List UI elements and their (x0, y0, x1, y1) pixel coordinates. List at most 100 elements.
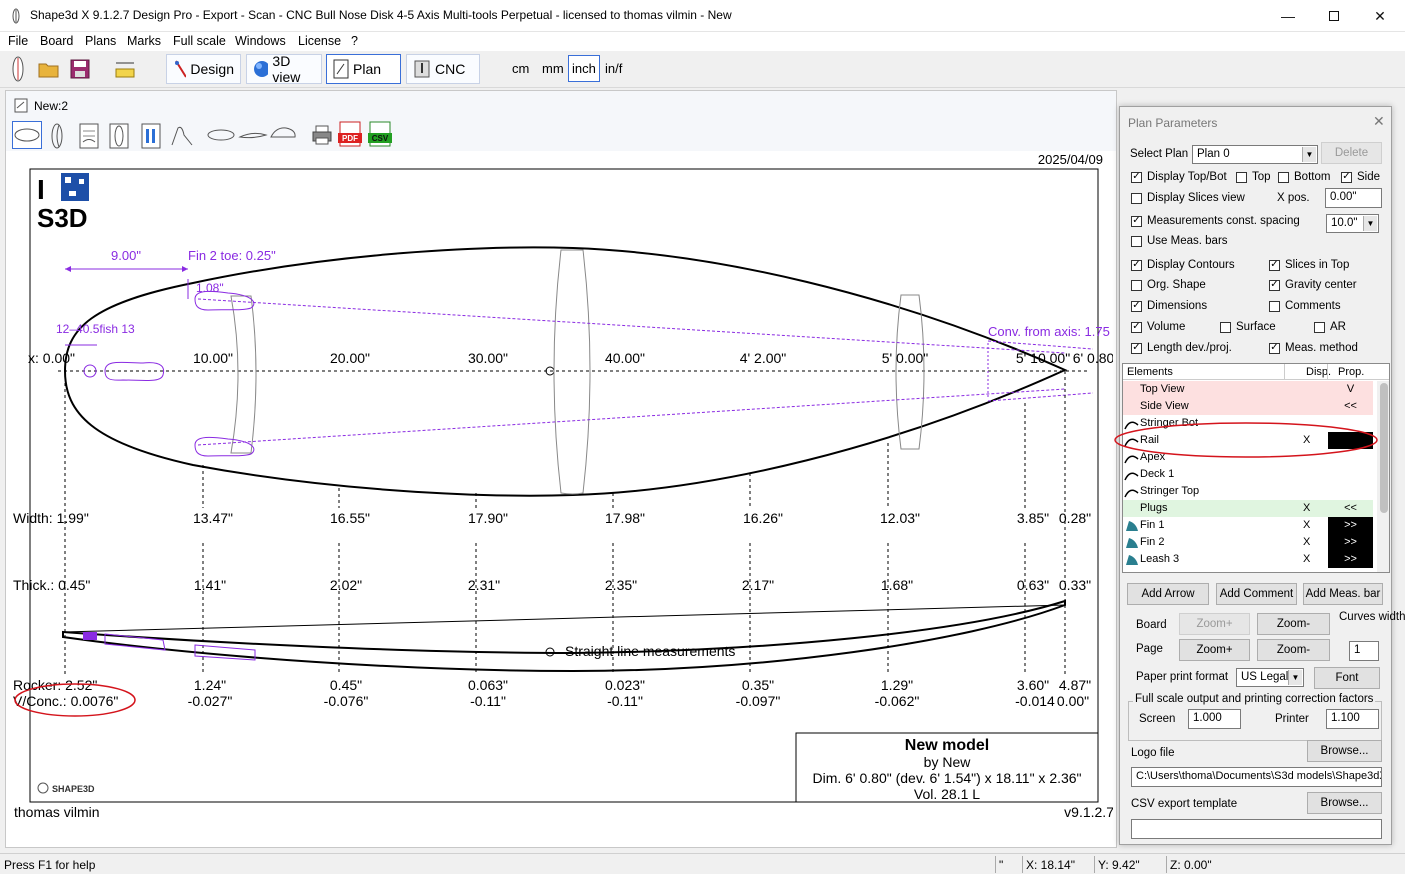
plan-canvas[interactable]: I S3D 2025/04/09 9.00" Fin 2 toe: 0.25" … (13, 153, 1113, 843)
measure-tool-icon[interactable] (114, 57, 136, 81)
element-prop[interactable]: >> (1328, 551, 1373, 568)
element-prop[interactable]: >> (1328, 534, 1373, 551)
length-dev-checkbox[interactable]: ✓ Length dev./proj. (1131, 342, 1232, 354)
curve-icon[interactable] (170, 125, 194, 147)
xpos-field[interactable]: 0.00" (1325, 188, 1382, 208)
pdf-icon[interactable]: PDF (338, 121, 362, 147)
element-row[interactable]: Fin 2 X >> (1123, 534, 1373, 551)
printer-factor-field[interactable]: 1.100 (1326, 709, 1379, 729)
save-icon[interactable] (70, 59, 90, 79)
unit-mm[interactable]: mm (542, 61, 564, 76)
element-row[interactable]: Fin 1 X >> (1123, 517, 1373, 534)
element-disp[interactable]: X (1303, 553, 1310, 565)
maximize-button[interactable] (1311, 0, 1357, 32)
element-row[interactable]: Side View << (1123, 398, 1373, 415)
element-row[interactable]: Leash 3 X >> (1123, 551, 1373, 568)
menu-full-scale[interactable]: Full scale (173, 34, 226, 48)
bottom-checkbox[interactable]: Bottom (1278, 171, 1330, 183)
menu-help[interactable]: ? (351, 34, 358, 48)
minimize-button[interactable]: — (1265, 0, 1311, 32)
slices-in-top-checkbox[interactable]: ✓ Slices in Top (1269, 259, 1349, 271)
dimensions-checkbox[interactable]: ✓ Dimensions (1131, 300, 1207, 312)
print-icon[interactable] (312, 125, 332, 145)
element-disp[interactable]: X (1303, 502, 1310, 514)
scrollbar-thumb[interactable] (1380, 383, 1388, 513)
org-shape-checkbox[interactable]: Org. Shape (1131, 279, 1206, 291)
design-button[interactable]: Design (166, 54, 241, 84)
element-prop[interactable]: >> (1328, 517, 1373, 534)
curves-width-field[interactable]: 1 (1349, 641, 1379, 661)
meas-const-checkbox[interactable]: ✓ Measurements const. spacing (1131, 215, 1300, 227)
meas-method-checkbox[interactable]: ✓ Meas. method (1269, 342, 1358, 354)
plan-button[interactable]: Plan (326, 54, 401, 84)
element-row[interactable]: Top View V (1123, 381, 1373, 398)
page-zoom-plus-button[interactable]: Zoom+ (1179, 639, 1250, 661)
stringer-icon[interactable] (108, 123, 130, 149)
add-arrow-button[interactable]: Add Arrow (1127, 583, 1209, 605)
shape-c-icon[interactable] (268, 125, 298, 143)
logo-path-field[interactable]: C:\Users\thoma\Documents\S3d models\Shap… (1131, 767, 1382, 787)
panel-close-icon[interactable]: ✕ (1373, 113, 1385, 130)
checkbox-unchecked (1131, 235, 1142, 247)
element-prop[interactable]: << (1328, 398, 1373, 415)
unit-cm[interactable]: cm (512, 61, 529, 76)
fins-icon[interactable] (140, 123, 162, 149)
logo-browse-button[interactable]: Browse... (1307, 740, 1382, 762)
menu-windows[interactable]: Windows (235, 34, 286, 48)
unit-inf[interactable]: in/f (605, 61, 622, 76)
elements-scrollbar[interactable] (1377, 381, 1389, 572)
board-icon[interactable] (8, 55, 28, 83)
element-row[interactable]: Plugs X << (1123, 500, 1373, 517)
side-checkbox[interactable]: ✓ Side (1341, 171, 1380, 183)
display-contours-checkbox[interactable]: ✓ Display Contours (1131, 259, 1235, 271)
surface-checkbox[interactable]: Surface (1220, 321, 1276, 333)
menu-license[interactable]: License (298, 34, 341, 48)
outline-icon[interactable] (12, 121, 42, 149)
close-button[interactable]: ✕ (1357, 0, 1403, 32)
element-row[interactable]: Deck 1 (1123, 466, 1373, 483)
screen-factor-field[interactable]: 1.000 (1188, 709, 1241, 729)
slice-icon[interactable] (78, 123, 100, 149)
board-zoom-minus-button[interactable]: Zoom- (1257, 613, 1330, 635)
cnc-button[interactable]: CNC (406, 54, 480, 84)
gravity-center-checkbox[interactable]: ✓ Gravity center (1269, 279, 1357, 291)
display-topbot-checkbox[interactable]: ✓ Display Top/Bot (1131, 171, 1227, 183)
add-comment-button[interactable]: Add Comment (1216, 583, 1297, 605)
shape-b-icon[interactable] (238, 127, 268, 143)
element-disp[interactable]: X (1303, 519, 1310, 531)
3d-view-button[interactable]: 3D view (246, 53, 322, 85)
element-prop[interactable]: V (1328, 381, 1373, 398)
page-zoom-minus-button[interactable]: Zoom- (1257, 639, 1330, 661)
ar-checkbox[interactable]: AR (1314, 321, 1346, 333)
unit-inch[interactable]: inch (568, 55, 600, 82)
add-meas-bar-button[interactable]: Add Meas. bar (1303, 583, 1383, 605)
use-meas-bars-checkbox[interactable]: Use Meas. bars (1131, 235, 1228, 247)
element-prop[interactable] (1328, 483, 1373, 500)
comments-checkbox[interactable]: Comments (1269, 300, 1341, 312)
select-plan-dropdown[interactable]: Plan 0 ▼ (1192, 145, 1318, 164)
paper-format-dropdown[interactable]: US Legal ▼ (1236, 668, 1304, 687)
shape-a-icon[interactable] (206, 127, 236, 143)
checkbox-checked: ✓ (1341, 171, 1352, 183)
element-prop[interactable] (1328, 466, 1373, 483)
csv-template-field[interactable] (1131, 819, 1382, 839)
top-checkbox[interactable]: Top (1236, 171, 1271, 183)
display-slices-checkbox[interactable]: Display Slices view (1131, 192, 1245, 204)
board-zoom-plus-button[interactable]: Zoom+ (1179, 613, 1250, 635)
menu-marks[interactable]: Marks (127, 34, 161, 48)
open-folder-icon[interactable] (38, 59, 60, 79)
menu-plans[interactable]: Plans (85, 34, 116, 48)
element-prop[interactable]: << (1328, 500, 1373, 517)
profile-icon[interactable] (46, 123, 68, 149)
menu-board[interactable]: Board (40, 34, 73, 48)
element-row[interactable]: Stringer Top (1123, 483, 1373, 500)
font-button[interactable]: Font (1314, 667, 1380, 689)
element-disp[interactable]: X (1303, 536, 1310, 548)
elements-list[interactable]: Elements Disp. Prop. Top View V Side View <… (1122, 363, 1390, 573)
csv-browse-button[interactable]: Browse... (1307, 792, 1382, 814)
volume-checkbox[interactable]: ✓ Volume (1131, 321, 1185, 333)
meas-const-dropdown[interactable]: 10.0" ▼ (1326, 214, 1379, 233)
csv-icon[interactable]: CSV (368, 121, 392, 147)
delete-button[interactable]: Delete (1321, 142, 1382, 164)
menu-file[interactable]: File (8, 34, 28, 48)
